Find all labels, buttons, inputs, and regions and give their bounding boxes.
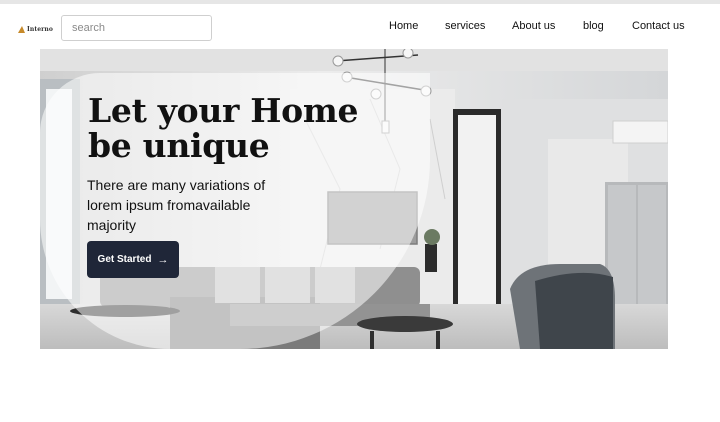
arrow-right-icon: → xyxy=(157,253,169,266)
brand-logo[interactable]: Interno xyxy=(18,24,53,34)
hero-headline: Let your Home be unique xyxy=(88,91,359,165)
nav-item-about-us[interactable]: About us xyxy=(512,20,555,32)
get-started-button[interactable]: Get Started → xyxy=(87,241,179,278)
nav-item-blog[interactable]: blog xyxy=(583,20,604,32)
get-started-label: Get Started xyxy=(97,254,152,265)
nav-item-contact-us[interactable]: Contact us xyxy=(632,20,685,32)
logo-text: Interno xyxy=(27,25,53,33)
nav-item-services[interactable]: services xyxy=(445,20,485,32)
site-header: Interno Home services About us blog Cont… xyxy=(0,4,720,49)
logo-icon xyxy=(18,25,25,33)
nav-item-home[interactable]: Home xyxy=(389,20,418,32)
search-input[interactable] xyxy=(61,15,212,41)
hero-subtext: There are many variations of lorem ipsum… xyxy=(87,177,266,233)
